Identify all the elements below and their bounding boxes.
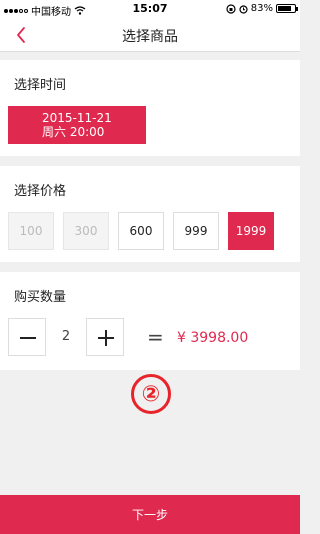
total-price: ¥ 3998.00 [177,330,249,346]
quantity-section-label: 购买数量 [14,290,67,305]
time-section: 选择时间 2015-11-21 周六 20:00 [0,60,300,156]
lock-rotation-icon [226,3,236,14]
decrement-button[interactable] [8,318,46,356]
price-option[interactable]: 1999 [228,212,274,250]
battery-percent: 83% [250,3,273,14]
battery-icon [276,4,298,13]
price-section: 选择价格 100 300 600 999 1999 [0,166,300,262]
time-option-selected[interactable]: 2015-11-21 周六 20:00 [8,106,146,144]
price-option[interactable]: 300 [63,212,109,250]
alarm-icon [239,4,248,14]
next-step-button[interactable]: 下一步 [0,495,300,534]
status-bar: 中国移动 15:07 83% [0,0,300,18]
page-title: 选择商品 [122,29,178,45]
price-option[interactable]: 100 [8,212,54,250]
nav-bar: 选择商品 [0,18,300,52]
equals-sign: = [147,325,164,349]
quantity-value: 2 [61,329,71,344]
time-option-time: 周六 20:00 [42,125,105,139]
price-section-label: 选择价格 [14,184,67,199]
status-right: 83% [226,3,298,14]
step-number-badge: ② [131,374,171,414]
time-option-date: 2015-11-21 [42,111,112,125]
time-section-label: 选择时间 [14,78,67,93]
price-option[interactable]: 600 [118,212,164,250]
quantity-section: 购买数量 2 = ¥ 3998.00 [0,272,300,370]
step-number: ② [141,381,161,407]
price-option[interactable]: 999 [173,212,219,250]
increment-button[interactable] [86,318,124,356]
